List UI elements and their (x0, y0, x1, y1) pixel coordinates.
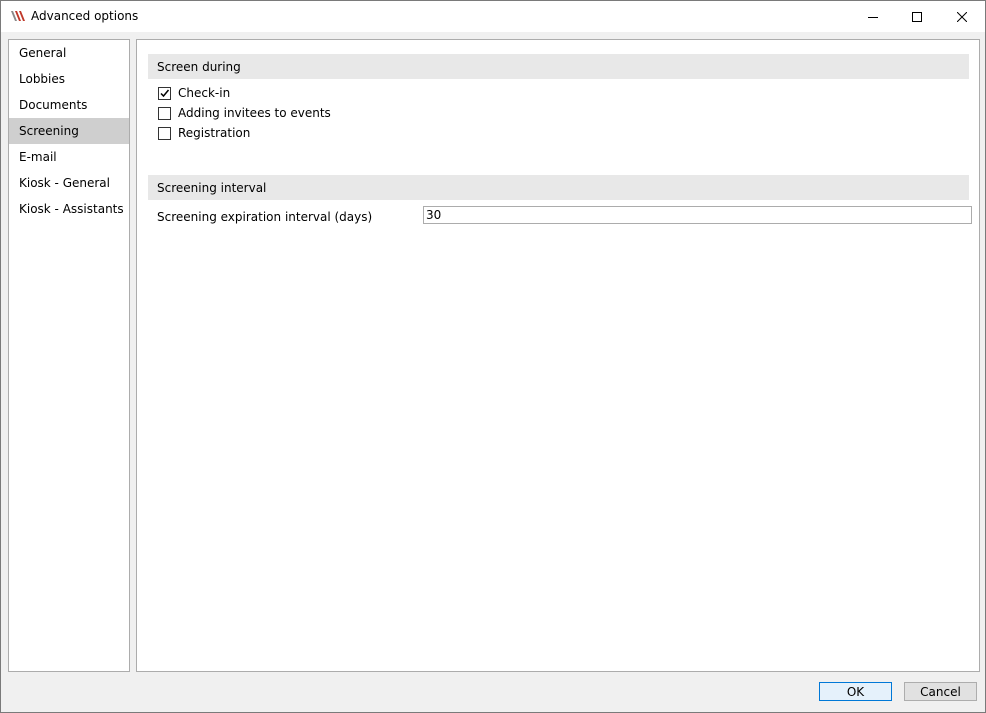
close-icon (957, 11, 967, 22)
maximize-icon (912, 11, 922, 22)
screen-during-header-label: Screen during (157, 60, 241, 74)
checkin-checkbox[interactable] (158, 86, 171, 100)
checkin-option[interactable]: Check-in (158, 85, 230, 101)
minimize-icon (868, 12, 878, 22)
close-button[interactable] (939, 1, 985, 32)
screening-interval-header: Screening interval (148, 175, 969, 200)
sidebar-item-screening[interactable]: Screening (9, 118, 129, 144)
checkin-label: Check-in (178, 86, 231, 100)
sidebar-item-lobbies[interactable]: Lobbies (9, 66, 129, 92)
registration-label: Registration (178, 126, 251, 140)
options-category-list: General Lobbies Documents Screening E-ma… (8, 39, 130, 672)
screen-during-header: Screen during (148, 54, 969, 79)
registration-option[interactable]: Registration (158, 125, 250, 141)
checkmark-icon (160, 89, 170, 97)
screening-interval-header-label: Screening interval (157, 181, 267, 195)
sidebar-item-documents[interactable]: Documents (9, 92, 129, 118)
sidebar-item-kiosk-assistants[interactable]: Kiosk - Assistants (9, 196, 129, 222)
registration-checkbox[interactable] (158, 126, 171, 140)
adding-invitees-option[interactable]: Adding invitees to events (158, 105, 331, 121)
advanced-options-window: Advanced options General Lobbies Documen… (0, 0, 986, 713)
app-logo-icon (10, 9, 26, 23)
minimize-button[interactable] (850, 1, 896, 32)
window-title: Advanced options (31, 9, 139, 23)
maximize-button[interactable] (894, 1, 940, 32)
cancel-button[interactable]: Cancel (904, 682, 977, 701)
adding-invitees-checkbox[interactable] (158, 106, 171, 120)
screening-settings-panel: Screen during Check-in Adding invitees t… (136, 39, 980, 672)
adding-invitees-label: Adding invitees to events (178, 106, 331, 120)
expiration-interval-label: Screening expiration interval (days) (157, 210, 373, 224)
expiration-interval-input[interactable] (423, 206, 972, 224)
ok-button[interactable]: OK (819, 682, 892, 701)
title-bar[interactable]: Advanced options (1, 1, 985, 32)
sidebar-item-email[interactable]: E-mail (9, 144, 129, 170)
sidebar-item-kiosk-general[interactable]: Kiosk - General (9, 170, 129, 196)
sidebar-item-general[interactable]: General (9, 40, 129, 66)
